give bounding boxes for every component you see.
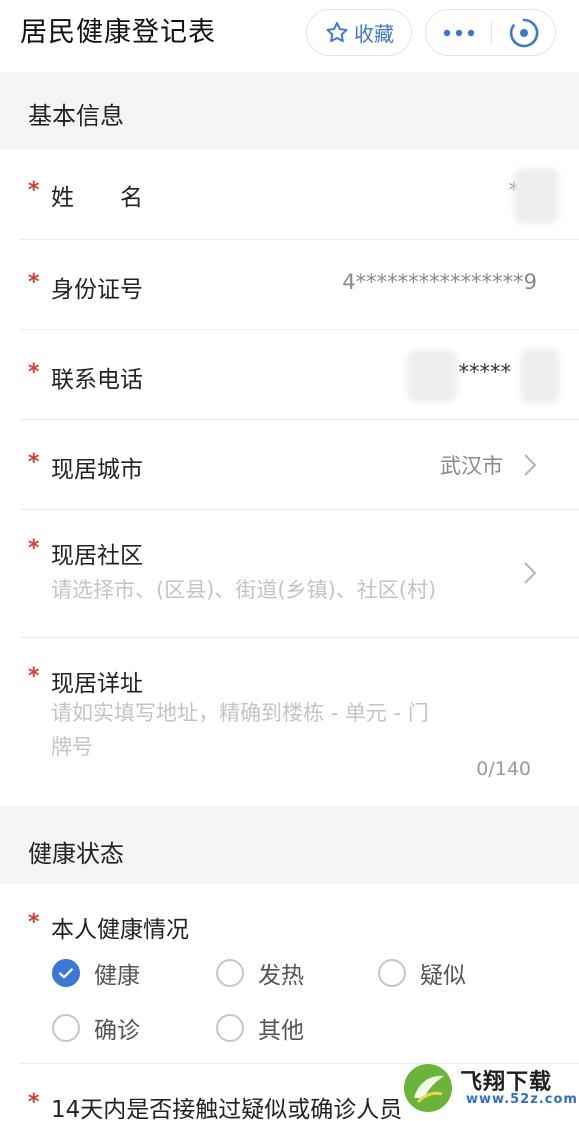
phone-value: ***** — [458, 360, 512, 384]
field-address[interactable]: * 现居详址 请如实填写地址，精确到楼栋 - 单元 - 门 牌号 0/140 — [0, 638, 579, 806]
redacted-blur — [520, 348, 560, 404]
close-miniprogram-icon — [509, 18, 539, 47]
radio-label: 疑似 — [420, 963, 466, 989]
section-basic-info: 基本信息 — [0, 72, 579, 150]
radio-option-other[interactable]: 其他 — [216, 1011, 304, 1045]
radio-checked-icon — [52, 959, 80, 987]
required-mark: * — [28, 178, 40, 203]
field-phone[interactable]: * 联系电话 ***** — [0, 330, 579, 420]
header: 居民健康登记表 收藏 — [0, 0, 579, 72]
required-mark: * — [28, 536, 40, 561]
field-label: 姓 名 — [51, 185, 143, 211]
favorite-button[interactable]: 收藏 — [306, 9, 412, 56]
id-number-value: 4****************9 — [342, 270, 537, 294]
field-id-number[interactable]: * 身份证号 4****************9 — [0, 240, 579, 330]
star-icon — [326, 21, 348, 42]
field-label: 现居城市 — [51, 457, 143, 483]
page-title: 居民健康登记表 — [20, 17, 216, 48]
section-health-status: 健康状态 — [0, 806, 579, 884]
radio-label: 其他 — [258, 1018, 304, 1044]
watermark-url: www.52z.com — [466, 1092, 578, 1107]
field-name[interactable]: * 姓 名 * — [0, 150, 579, 240]
radio-icon — [52, 1014, 80, 1042]
radio-option-confirmed[interactable]: 确诊 — [52, 1011, 140, 1045]
section-title: 健康状态 — [28, 840, 124, 868]
required-mark: * — [28, 450, 40, 475]
section-title: 基本信息 — [28, 102, 124, 130]
address-placeholder-line2: 牌号 — [51, 735, 93, 759]
field-label: 现居社区 — [51, 543, 143, 569]
field-label: 联系电话 — [51, 367, 143, 393]
radio-option-suspected[interactable]: 疑似 — [378, 956, 466, 990]
required-mark: * — [28, 270, 40, 295]
radio-icon — [216, 1014, 244, 1042]
chevron-right-icon — [524, 454, 537, 476]
close-button[interactable] — [492, 10, 556, 55]
page: 居民健康登记表 收藏 基本信息 * 姓 名 * 身份证号 4**********… — [0, 0, 579, 1121]
required-mark: * — [28, 664, 40, 689]
capsule-menu — [425, 9, 556, 56]
watermark: 飞翔下载 www.52z.com — [402, 1062, 577, 1114]
radio-label: 发热 — [258, 963, 304, 989]
radio-icon — [216, 959, 244, 987]
redacted-blur — [514, 168, 559, 224]
radio-option-healthy[interactable]: 健康 — [52, 956, 140, 990]
radio-label: 健康 — [94, 963, 140, 989]
required-mark: * — [28, 910, 40, 935]
field-city[interactable]: * 现居城市 武汉市 — [0, 420, 579, 510]
watermark-logo-icon — [404, 1064, 452, 1112]
favorite-label: 收藏 — [354, 22, 394, 46]
field-label: 本人健康情况 — [51, 917, 189, 943]
char-counter: 0/140 — [476, 758, 531, 780]
redacted-blur — [406, 350, 458, 402]
required-mark: * — [28, 1090, 40, 1115]
more-icon — [443, 29, 474, 36]
address-placeholder: 请如实填写地址，精确到楼栋 - 单元 - 门 — [51, 701, 429, 725]
radio-icon — [378, 959, 406, 987]
chevron-right-icon — [524, 562, 537, 584]
radio-label: 确诊 — [94, 1018, 140, 1044]
radio-option-fever[interactable]: 发热 — [216, 956, 304, 990]
field-label: 14天内是否接触过疑似或确诊人员 — [51, 1097, 403, 1121]
required-mark: * — [28, 360, 40, 385]
field-community[interactable]: * 现居社区 请选择市、(区县)、街道(乡镇)、社区(村) — [0, 510, 579, 638]
city-value: 武汉市 — [440, 454, 503, 478]
field-label: 身份证号 — [51, 277, 143, 303]
community-placeholder: 请选择市、(区县)、街道(乡镇)、社区(村) — [51, 578, 437, 602]
field-health-condition: * 本人健康情况 健康 发热 疑似 确诊 其他 — [0, 884, 579, 1064]
field-label: 现居详址 — [51, 671, 143, 697]
more-button[interactable] — [426, 10, 491, 55]
